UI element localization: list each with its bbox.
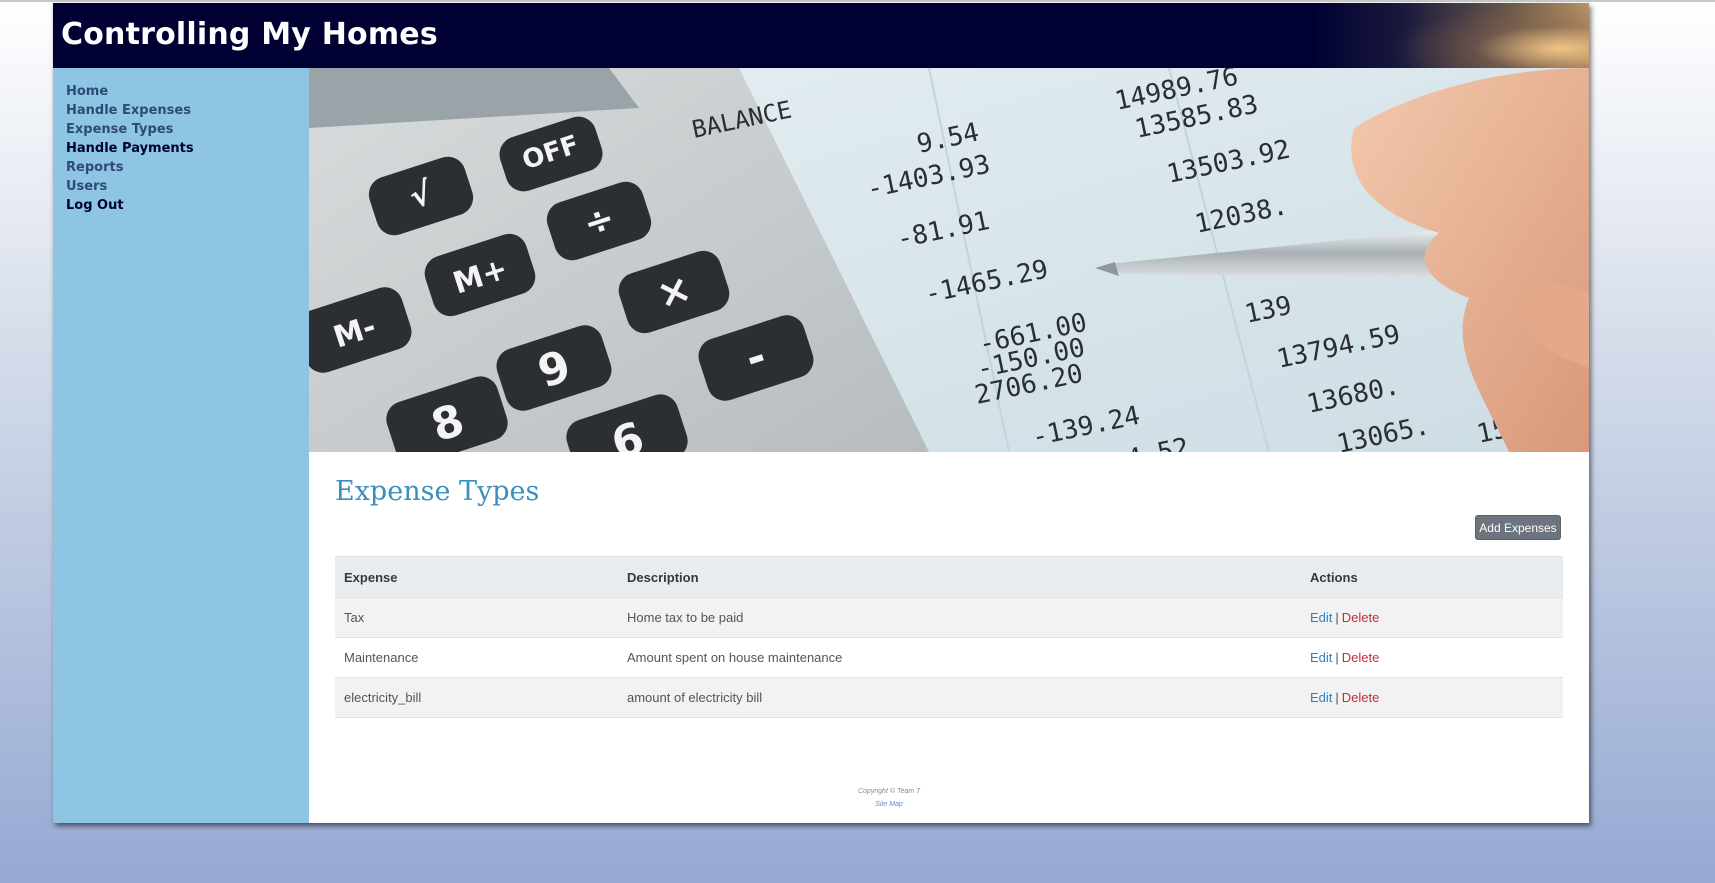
description-cell: amount of electricity bill xyxy=(618,677,1301,718)
nav-home[interactable]: Home xyxy=(66,84,108,99)
header-sunset-graphic xyxy=(1389,3,1589,68)
nav-handle-expenses[interactable]: Handle Expenses xyxy=(66,103,191,118)
page-title: Expense Types xyxy=(335,476,540,507)
edit-link[interactable]: Edit xyxy=(1310,650,1332,665)
delete-link[interactable]: Delete xyxy=(1342,690,1380,705)
add-expenses-button[interactable]: Add Expenses xyxy=(1475,515,1561,540)
description-cell: Home tax to be paid xyxy=(618,597,1301,638)
action-separator: | xyxy=(1335,650,1339,665)
banner-image: OFF √ ÷ M+ × M- 9 - 8 6 BALANCE 9.54 -14… xyxy=(309,68,1589,452)
table-row: electricity_bill amount of electricity b… xyxy=(335,677,1563,718)
edit-link[interactable]: Edit xyxy=(1310,690,1332,705)
main-content: Expense Types Add Expenses Expense Descr… xyxy=(309,452,1589,823)
expense-cell: electricity_bill xyxy=(335,677,618,718)
site-title: Controlling My Homes xyxy=(61,17,438,52)
edit-link[interactable]: Edit xyxy=(1310,610,1332,625)
table-header-row: Expense Description Actions xyxy=(335,556,1563,598)
nav-users[interactable]: Users xyxy=(66,179,107,194)
calculator-receipt-illustration: OFF √ ÷ M+ × M- 9 - 8 6 BALANCE 9.54 -14… xyxy=(309,68,1589,452)
nav-reports[interactable]: Reports xyxy=(66,160,123,175)
column-header-description: Description xyxy=(618,556,1301,598)
sidebar: Home Handle Expenses Expense Types Handl… xyxy=(53,68,309,823)
action-separator: | xyxy=(1335,610,1339,625)
browser-top-line xyxy=(0,0,1715,2)
footer: Copyright © Team 7 Site Map xyxy=(309,788,1469,808)
table-row: Maintenance Amount spent on house mainte… xyxy=(335,637,1563,678)
action-separator: | xyxy=(1335,690,1339,705)
actions-cell: Edit | Delete xyxy=(1301,597,1563,638)
site-map-link[interactable]: Site Map xyxy=(875,801,903,808)
site-header: Controlling My Homes xyxy=(53,3,1589,68)
delete-link[interactable]: Delete xyxy=(1342,650,1380,665)
delete-link[interactable]: Delete xyxy=(1342,610,1380,625)
column-header-actions: Actions xyxy=(1301,556,1563,598)
expense-cell: Tax xyxy=(335,597,618,638)
copyright-text: Copyright © Team 7 xyxy=(857,788,921,795)
page-container: Controlling My Homes Home Handle Expense… xyxy=(53,3,1589,823)
expense-cell: Maintenance xyxy=(335,637,618,678)
actions-cell: Edit | Delete xyxy=(1301,677,1563,718)
actions-cell: Edit | Delete xyxy=(1301,637,1563,678)
nav-log-out[interactable]: Log Out xyxy=(66,198,124,213)
table-row: Tax Home tax to be paid Edit | Delete xyxy=(335,597,1563,638)
nav-handle-payments[interactable]: Handle Payments xyxy=(66,141,194,156)
nav-expense-types[interactable]: Expense Types xyxy=(66,122,173,137)
expense-types-table: Expense Description Actions Tax Home tax… xyxy=(335,556,1563,718)
description-cell: Amount spent on house maintenance xyxy=(618,637,1301,678)
nav-menu: Home Handle Expenses Expense Types Handl… xyxy=(53,68,309,213)
column-header-expense: Expense xyxy=(335,556,618,598)
